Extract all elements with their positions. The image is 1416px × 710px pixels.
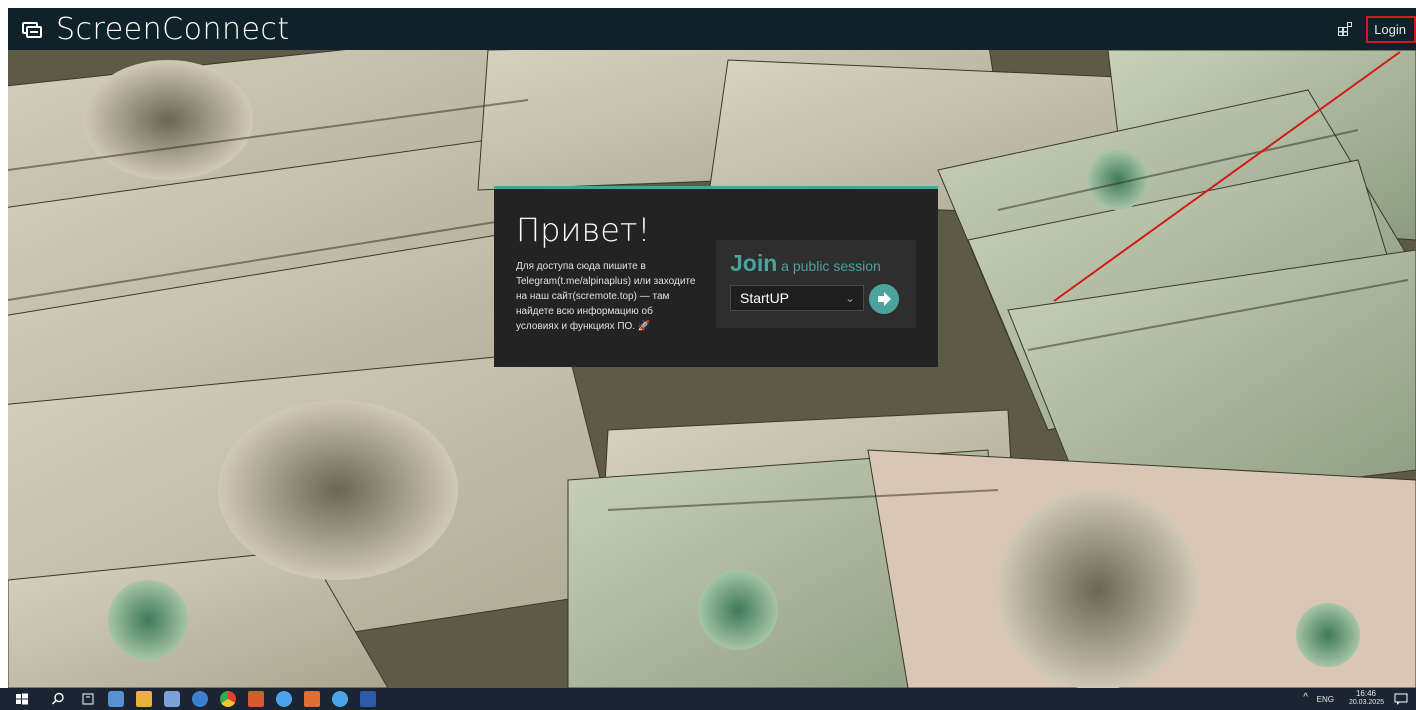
- task-view-icon[interactable]: [80, 691, 96, 707]
- windows-start-icon[interactable]: [14, 691, 30, 707]
- app-icon[interactable]: [248, 691, 264, 707]
- session-select-value: StartUP: [740, 290, 790, 306]
- header-actions: Login: [1338, 8, 1416, 50]
- top-bar: ScreenConnect Login: [8, 8, 1416, 50]
- session-select[interactable]: StartUP ⌄: [730, 285, 864, 311]
- clock-time[interactable]: 16:46: [1356, 689, 1376, 698]
- app-icon[interactable]: [304, 691, 320, 707]
- app-icon[interactable]: [276, 691, 292, 707]
- brand[interactable]: ScreenConnect: [20, 12, 290, 47]
- search-icon[interactable]: [50, 691, 66, 707]
- brand-name: ScreenConnect: [56, 11, 290, 47]
- join-go-button[interactable]: [869, 284, 899, 314]
- apps-grid-icon[interactable]: [1338, 22, 1353, 36]
- system-tray: ^ ENG 16:46 20.03.2025: [1276, 688, 1416, 710]
- join-heading: Join a public session: [730, 250, 881, 277]
- tray-expand-icon[interactable]: ^: [1303, 692, 1308, 703]
- background-image: [8, 50, 1416, 688]
- app-icon[interactable]: [164, 691, 180, 707]
- join-subtitle: a public session: [777, 258, 881, 274]
- language-indicator[interactable]: ENG: [1317, 695, 1334, 704]
- login-link[interactable]: Login: [1366, 15, 1416, 43]
- join-dialog: Привет! Для доступа сюда пишите в Telegr…: [494, 186, 938, 367]
- clock-date[interactable]: 20.03.2025: [1349, 699, 1384, 706]
- dialog-title: Привет!: [516, 211, 651, 249]
- chevron-down-icon: ⌄: [844, 291, 855, 305]
- chrome-icon[interactable]: [220, 691, 236, 707]
- join-word: Join: [730, 250, 778, 276]
- screenconnect-logo-icon: [22, 22, 42, 38]
- browser-viewport: ScreenConnect Login Привет! Для доступа …: [8, 8, 1416, 688]
- taskbar: ^ ENG 16:46 20.03.2025: [0, 688, 1416, 710]
- file-explorer-icon[interactable]: [136, 691, 152, 707]
- word-icon[interactable]: [360, 691, 376, 707]
- app-icon[interactable]: [192, 691, 208, 707]
- join-session-panel: Join a public session StartUP ⌄: [716, 240, 916, 328]
- app-icon[interactable]: [108, 691, 124, 707]
- notifications-icon[interactable]: [1394, 692, 1408, 706]
- dialog-description: Для доступа сюда пишите в Telegram(t.me/…: [516, 261, 696, 332]
- app-icon[interactable]: [332, 691, 348, 707]
